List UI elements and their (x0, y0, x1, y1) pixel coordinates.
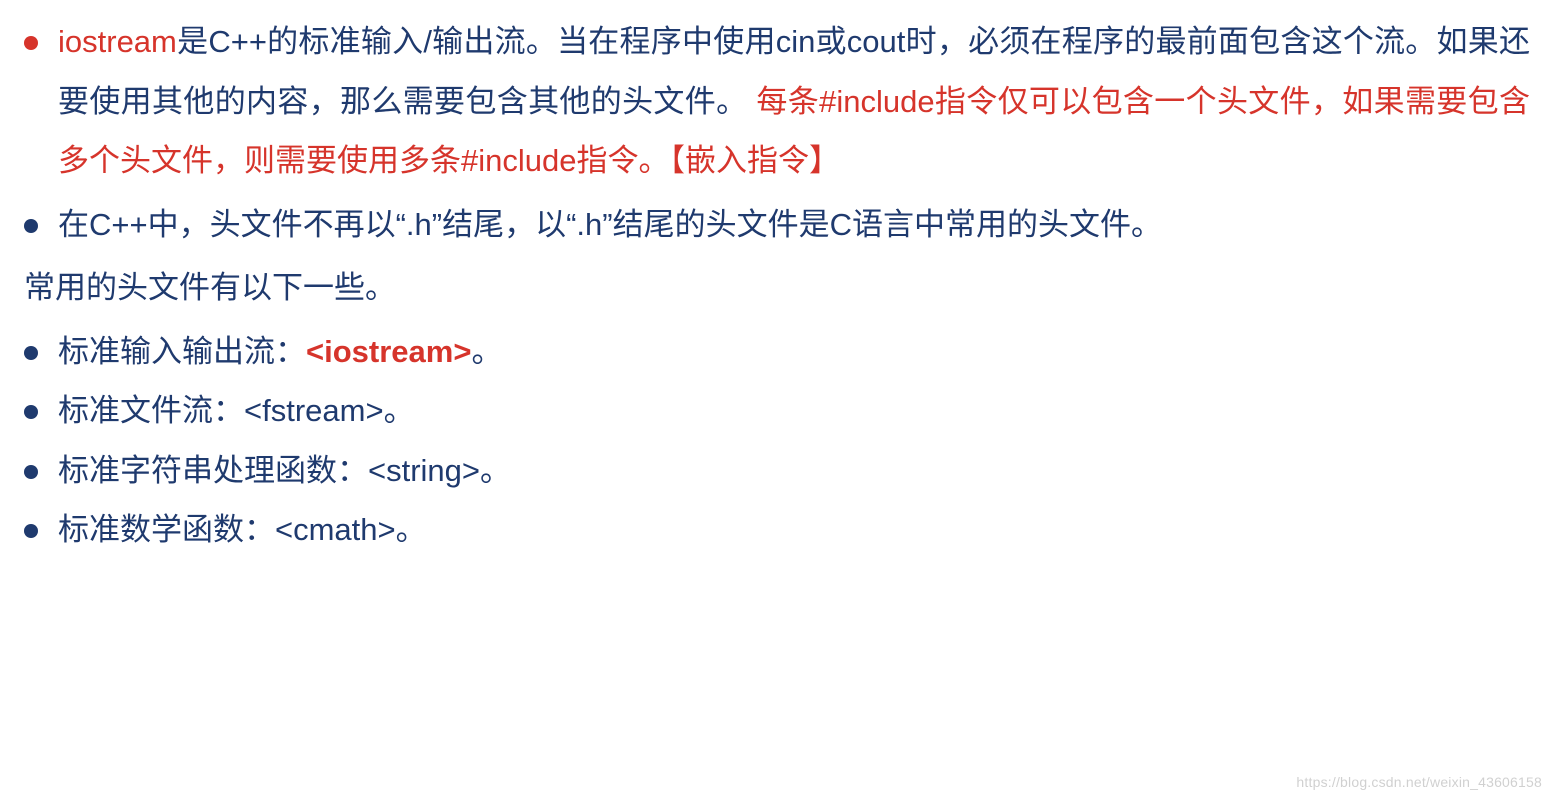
header-value: <string> (368, 453, 480, 488)
header-prefix: 标准文件流： (58, 393, 244, 428)
header-prefix: 标准字符串处理函数： (58, 453, 368, 488)
list-item: 标准文件流：<fstream>。 (24, 381, 1530, 441)
bullet-marker-icon (24, 36, 38, 50)
bullet-body: 标准文件流：<fstream>。 (58, 381, 1530, 441)
list-item: 标准字符串处理函数：<string>。 (24, 441, 1530, 501)
header-value: <cmath> (275, 512, 396, 547)
header-value: <iostream> (306, 334, 471, 369)
bullet-body: 在C++中，头文件不再以“.h”结尾，以“.h”结尾的头文件是C语言中常用的头文… (58, 195, 1530, 255)
bullet-item-h-suffix: 在C++中，头文件不再以“.h”结尾，以“.h”结尾的头文件是C语言中常用的头文… (24, 195, 1530, 255)
list-item: 标准输入输出流：<iostream>。 (24, 322, 1530, 382)
bullet-marker-icon (24, 524, 38, 538)
header-prefix: 标准输入输出流： (58, 334, 306, 369)
bullet-marker-icon (24, 219, 38, 233)
bullet-body: 标准输入输出流：<iostream>。 (58, 322, 1530, 382)
bullet-marker-icon (24, 346, 38, 360)
bullet-body: 标准字符串处理函数：<string>。 (58, 441, 1530, 501)
header-prefix: 标准数学函数： (58, 512, 275, 547)
watermark: https://blog.csdn.net/weixin_43606158 (1296, 774, 1542, 790)
header-files-list: 标准输入输出流：<iostream>。标准文件流：<fstream>。标准字符串… (24, 322, 1530, 560)
text-red-iostream: iostream (58, 24, 177, 59)
header-suffix: 。 (471, 334, 502, 369)
bullet-body: 标准数学函数：<cmath>。 (58, 500, 1530, 560)
header-suffix: 。 (396, 512, 427, 547)
list-item: 标准数学函数：<cmath>。 (24, 500, 1530, 560)
plain-line-common-headers: 常用的头文件有以下一些。 (24, 258, 1530, 318)
bullet-marker-icon (24, 405, 38, 419)
header-suffix: 。 (480, 453, 511, 488)
bullet-item-iostream: iostream是C++的标准输入/输出流。当在程序中使用cin或cout时，必… (24, 12, 1530, 191)
header-suffix: 。 (384, 393, 415, 428)
header-value: <fstream> (244, 393, 384, 428)
bullet-body: iostream是C++的标准输入/输出流。当在程序中使用cin或cout时，必… (58, 12, 1530, 191)
document-page: iostream是C++的标准输入/输出流。当在程序中使用cin或cout时，必… (0, 0, 1560, 570)
bullet-marker-icon (24, 465, 38, 479)
text-h-suffix: 在C++中，头文件不再以“.h”结尾，以“.h”结尾的头文件是C语言中常用的头文… (58, 207, 1162, 242)
